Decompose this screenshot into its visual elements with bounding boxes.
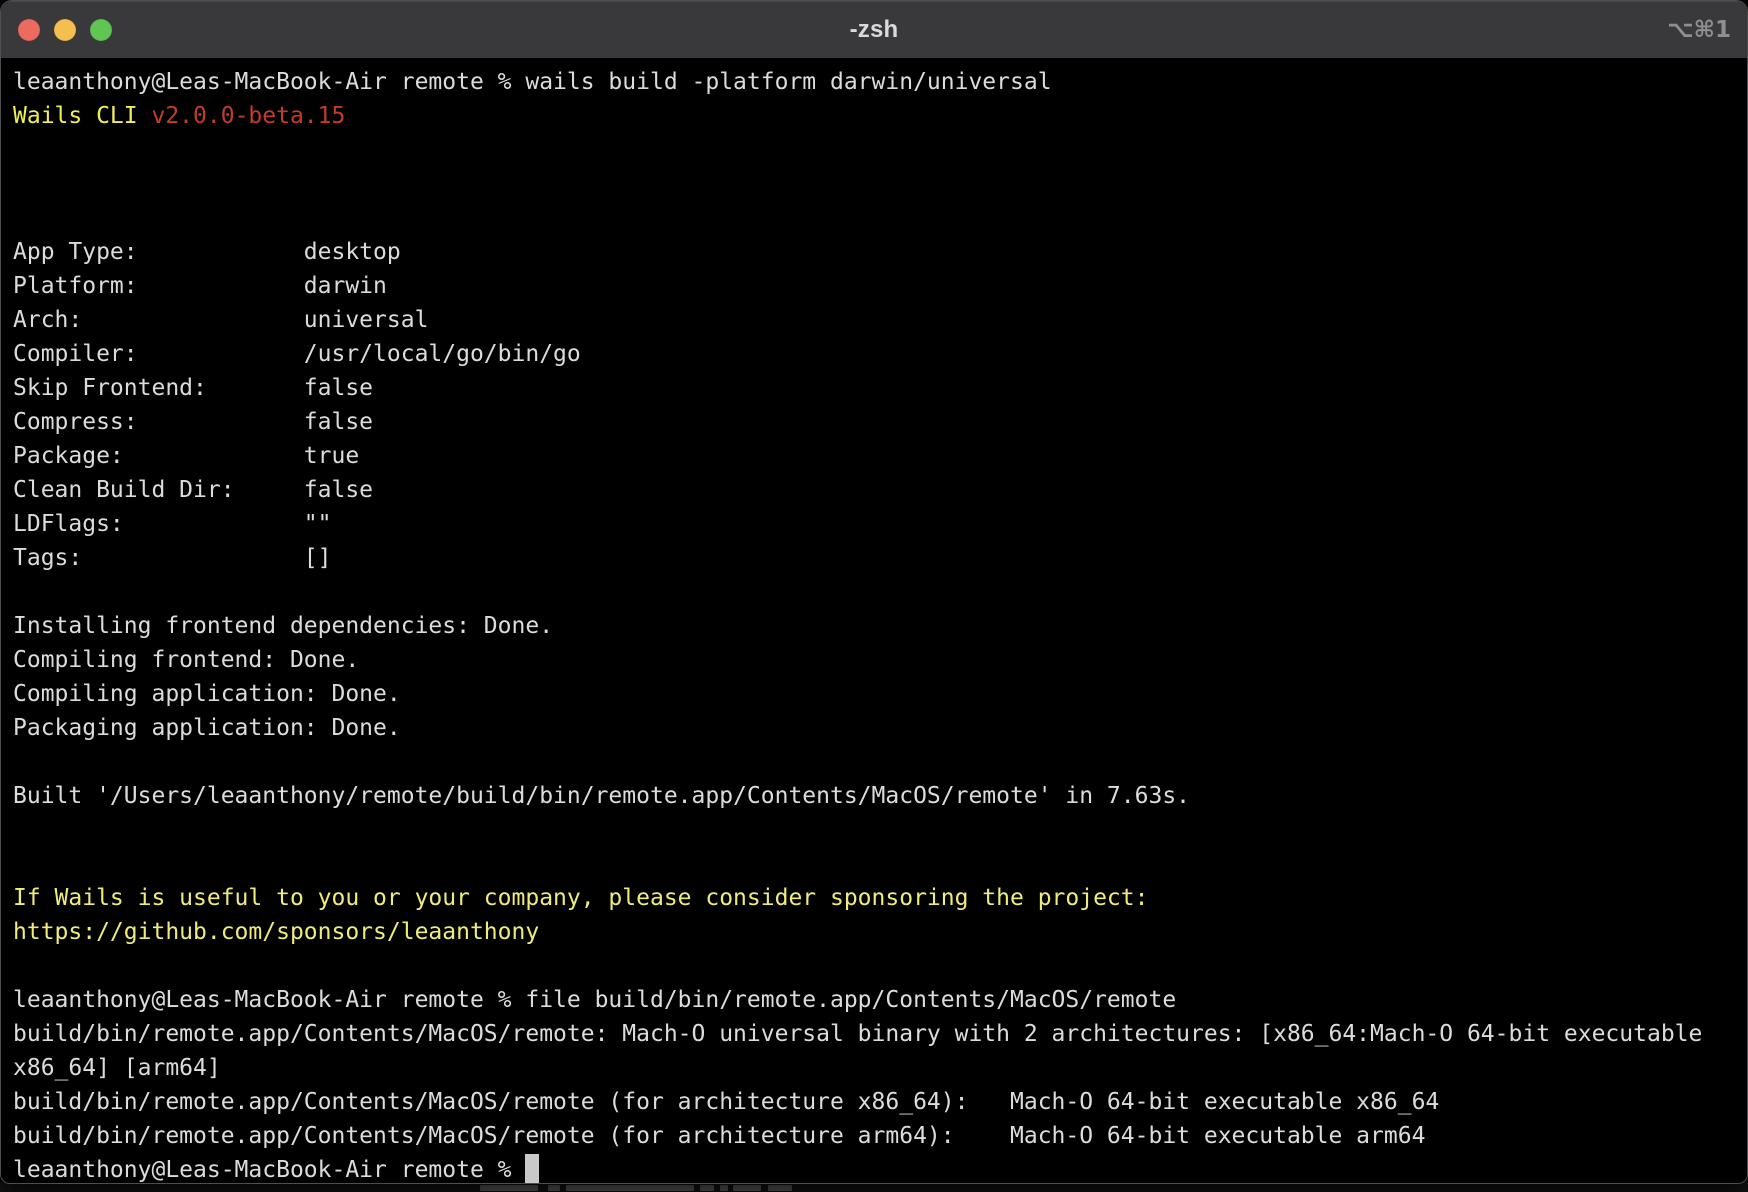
terminal-line: build/bin/remote.app/Contents/MacOS/remo… xyxy=(13,1085,1747,1119)
terminal-line: Packaging application: Done. xyxy=(13,711,1747,745)
terminal-text: Packaging application: Done. xyxy=(13,715,401,741)
terminal-text: Clean Build Dir: false xyxy=(13,477,373,503)
terminal-line xyxy=(13,949,1747,983)
traffic-lights xyxy=(18,1,112,58)
terminal-line: Built '/Users/leaanthony/remote/build/bi… xyxy=(13,779,1747,813)
terminal-cursor xyxy=(525,1154,539,1183)
terminal-line: LDFlags: "" xyxy=(13,507,1747,541)
terminal-line: Tags: [] xyxy=(13,541,1747,575)
terminal-line: Skip Frontend: false xyxy=(13,371,1747,405)
terminal-line: Installing frontend dependencies: Done. xyxy=(13,609,1747,643)
terminal-text: Package: true xyxy=(13,443,359,469)
terminal-text: build/bin/remote.app/Contents/MacOS/remo… xyxy=(13,1021,1702,1047)
terminal-line: Arch: universal xyxy=(13,303,1747,337)
terminal-line: build/bin/remote.app/Contents/MacOS/remo… xyxy=(13,1017,1747,1051)
terminal-line: If Wails is useful to you or your compan… xyxy=(13,881,1747,915)
terminal-text: LDFlags: "" xyxy=(13,511,332,537)
terminal-text: leaanthony@Leas-MacBook-Air remote % wai… xyxy=(13,69,1052,95)
terminal-line: x86_64] [arm64] xyxy=(13,1051,1747,1085)
terminal-line: Compiling frontend: Done. xyxy=(13,643,1747,677)
terminal-line: leaanthony@Leas-MacBook-Air remote % xyxy=(13,1153,1747,1183)
terminal-line xyxy=(13,201,1747,235)
terminal-line: Compress: false xyxy=(13,405,1747,439)
minimize-button[interactable] xyxy=(54,19,76,41)
terminal-screen[interactable]: leaanthony@Leas-MacBook-Air remote % wai… xyxy=(1,59,1747,1183)
terminal-line: leaanthony@Leas-MacBook-Air remote % fil… xyxy=(13,983,1747,1017)
terminal-line: Platform: darwin xyxy=(13,269,1747,303)
desktop: -zsh ⌥⌘1 leaanthony@Leas-MacBook-Air rem… xyxy=(0,0,1748,1192)
terminal-text: build/bin/remote.app/Contents/MacOS/remo… xyxy=(13,1123,1425,1149)
terminal-line xyxy=(13,813,1747,847)
terminal-line xyxy=(13,133,1747,167)
titlebar[interactable]: -zsh ⌥⌘1 xyxy=(1,1,1747,59)
background-window-text-fragment xyxy=(733,1185,761,1191)
terminal-text: https://github.com/sponsors/leaanthony xyxy=(13,919,539,945)
background-window-text-fragment xyxy=(768,1185,792,1191)
terminal-text: Wails CLI xyxy=(13,103,151,129)
background-window-text-fragment xyxy=(566,1185,694,1191)
terminal-text: leaanthony@Leas-MacBook-Air remote % xyxy=(13,1157,525,1183)
zoom-button[interactable] xyxy=(90,19,112,41)
terminal-window: -zsh ⌥⌘1 leaanthony@Leas-MacBook-Air rem… xyxy=(0,0,1748,1184)
terminal-line xyxy=(13,575,1747,609)
terminal-line xyxy=(13,847,1747,881)
terminal-text: Compiler: /usr/local/go/bin/go xyxy=(13,341,581,367)
terminal-line: build/bin/remote.app/Contents/MacOS/remo… xyxy=(13,1119,1747,1153)
terminal-text: Tags: [] xyxy=(13,545,332,571)
background-window-text-fragment xyxy=(480,1185,538,1191)
terminal-text: Skip Frontend: false xyxy=(13,375,373,401)
terminal-text: If Wails is useful to you or your compan… xyxy=(13,885,1148,911)
terminal-text: Arch: universal xyxy=(13,307,428,333)
terminal-line xyxy=(13,167,1747,201)
terminal-text: Compiling application: Done. xyxy=(13,681,401,707)
terminal-text: x86_64] [arm64] xyxy=(13,1055,221,1081)
background-window-text-fragment xyxy=(700,1185,714,1191)
tab-shortcut-badge: ⌥⌘1 xyxy=(1667,1,1731,58)
terminal-line: Wails CLI v2.0.0-beta.15 xyxy=(13,99,1747,133)
terminal-text: Built '/Users/leaanthony/remote/build/bi… xyxy=(13,783,1190,809)
background-window-text-fragment xyxy=(548,1185,560,1191)
terminal-text: build/bin/remote.app/Contents/MacOS/remo… xyxy=(13,1089,1439,1115)
terminal-text: App Type: desktop xyxy=(13,239,401,265)
terminal-line: App Type: desktop xyxy=(13,235,1747,269)
terminal-text: leaanthony@Leas-MacBook-Air remote % fil… xyxy=(13,987,1176,1013)
terminal-text: Installing frontend dependencies: Done. xyxy=(13,613,553,639)
terminal-line: Package: true xyxy=(13,439,1747,473)
terminal-line xyxy=(13,745,1747,779)
terminal-line: Compiling application: Done. xyxy=(13,677,1747,711)
terminal-line: Compiler: /usr/local/go/bin/go xyxy=(13,337,1747,371)
terminal-text: Platform: darwin xyxy=(13,273,387,299)
terminal-text: v2.0.0-beta.15 xyxy=(151,103,345,129)
terminal-line: leaanthony@Leas-MacBook-Air remote % wai… xyxy=(13,65,1747,99)
terminal-text: Compiling frontend: Done. xyxy=(13,647,359,673)
close-button[interactable] xyxy=(18,19,40,41)
terminal-text: Compress: false xyxy=(13,409,373,435)
terminal-line: https://github.com/sponsors/leaanthony xyxy=(13,915,1747,949)
terminal-line: Clean Build Dir: false xyxy=(13,473,1747,507)
window-title: -zsh xyxy=(850,16,899,44)
background-window-text-fragment xyxy=(720,1185,728,1191)
